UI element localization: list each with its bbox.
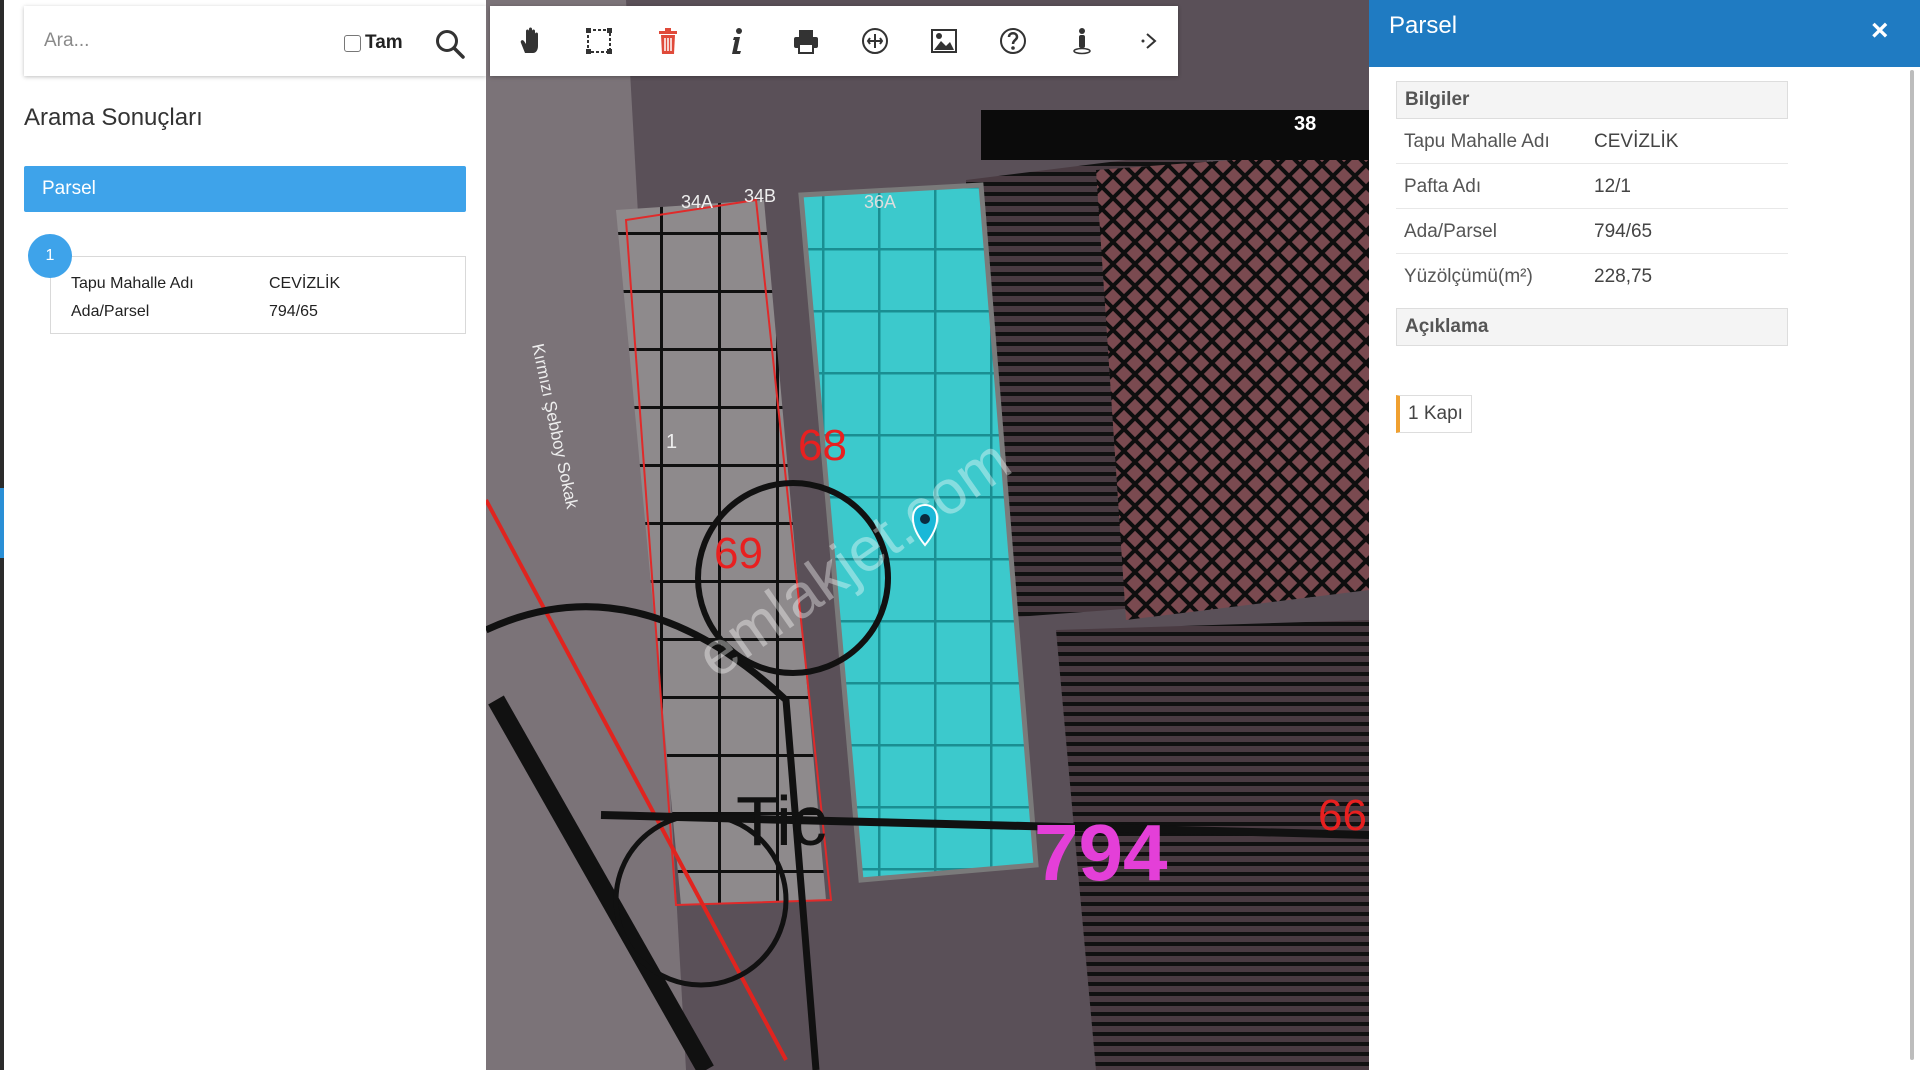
info-value: 12/1 bbox=[1594, 176, 1631, 197]
parcel-label-66: 66 bbox=[1318, 791, 1367, 840]
info-label: Pafta Adı bbox=[1404, 176, 1482, 197]
results-title: Arama Sonuçları bbox=[24, 104, 203, 131]
search-icon[interactable] bbox=[434, 28, 466, 60]
info-row: Yüzölçümü(m²) 228,75 bbox=[1396, 254, 1788, 299]
parcel-38 bbox=[1096, 150, 1369, 620]
panel-header: Parsel × bbox=[1369, 0, 1920, 67]
info-row: Tapu Mahalle Adı CEVİZLİK bbox=[1396, 119, 1788, 164]
block-number-794: 794 bbox=[1034, 808, 1168, 897]
info-row: Ada/Parsel 794/65 bbox=[1396, 209, 1788, 254]
search-panel: Tam Arama Sonuçları Parsel Tapu Mahalle … bbox=[4, 0, 486, 1070]
info-section-header[interactable]: Bilgiler bbox=[1396, 81, 1788, 119]
result-field-value: CEVİZLİK bbox=[269, 275, 341, 292]
panel-title: Parsel bbox=[1389, 12, 1458, 39]
result-field-label: Tapu Mahalle Adı bbox=[71, 275, 194, 292]
parcel-info-panel: Parsel × Bilgiler Tapu Mahalle Adı CEVİZ… bbox=[1369, 0, 1920, 1070]
parcel-label-1: 1 bbox=[666, 431, 677, 453]
info-label: Yüzölçümü(m²) bbox=[1404, 266, 1533, 287]
exact-match-label: Tam bbox=[365, 32, 403, 53]
door-count-tag: 1 Kapı bbox=[1396, 395, 1472, 433]
info-value: CEVİZLİK bbox=[1594, 131, 1679, 152]
map-canvas: 34A 34B 36A 38 68 69 66 1 794 Tic Kırmız… bbox=[486, 0, 1369, 1070]
parcel-label-36a: 36A bbox=[864, 192, 896, 212]
description-section-header[interactable]: Açıklama bbox=[1396, 308, 1788, 346]
close-icon[interactable]: × bbox=[1871, 14, 1889, 48]
exact-match-checkbox[interactable] bbox=[344, 34, 361, 52]
parcel-label-38: 38 bbox=[1294, 113, 1316, 135]
result-group-header[interactable]: Parsel bbox=[24, 166, 466, 212]
panel-scrollbar[interactable] bbox=[1910, 70, 1914, 1060]
info-label: Tapu Mahalle Adı bbox=[1404, 131, 1550, 152]
search-bar: Tam bbox=[24, 6, 486, 76]
result-field-label: Ada/Parsel bbox=[71, 303, 150, 320]
street-view-icon[interactable] bbox=[1062, 21, 1102, 61]
search-input[interactable] bbox=[42, 20, 342, 62]
box-select-icon[interactable] bbox=[579, 21, 619, 61]
map-text-tic: Tic bbox=[736, 782, 827, 860]
delete-icon[interactable] bbox=[648, 21, 688, 61]
exact-match-toggle[interactable]: Tam bbox=[344, 32, 403, 54]
map-toolbar bbox=[490, 6, 1178, 76]
parcel-label-68: 68 bbox=[798, 421, 847, 470]
print-icon[interactable] bbox=[786, 21, 826, 61]
measure-icon[interactable] bbox=[855, 21, 895, 61]
more-icon[interactable] bbox=[1131, 21, 1171, 61]
info-icon[interactable] bbox=[717, 21, 757, 61]
map-image-icon[interactable] bbox=[924, 21, 964, 61]
parcel-label-69: 69 bbox=[714, 529, 763, 578]
info-value: 228,75 bbox=[1594, 266, 1653, 287]
result-number-badge: 1 bbox=[28, 234, 72, 278]
result-card[interactable]: Tapu Mahalle Adı CEVİZLİK Ada/Parsel 794… bbox=[50, 256, 466, 334]
pan-hand-icon[interactable] bbox=[510, 21, 550, 61]
info-value: 794/65 bbox=[1594, 221, 1653, 242]
parcel-label-34b: 34B bbox=[744, 186, 776, 206]
help-icon[interactable] bbox=[993, 21, 1033, 61]
result-field-value: 794/65 bbox=[269, 303, 318, 320]
info-row: Pafta Adı 12/1 bbox=[1396, 164, 1788, 209]
map-view[interactable]: 34A 34B 36A 38 68 69 66 1 794 Tic Kırmız… bbox=[486, 0, 1369, 1070]
info-label: Ada/Parsel bbox=[1404, 221, 1497, 242]
parcel-label-34a: 34A bbox=[681, 192, 713, 212]
